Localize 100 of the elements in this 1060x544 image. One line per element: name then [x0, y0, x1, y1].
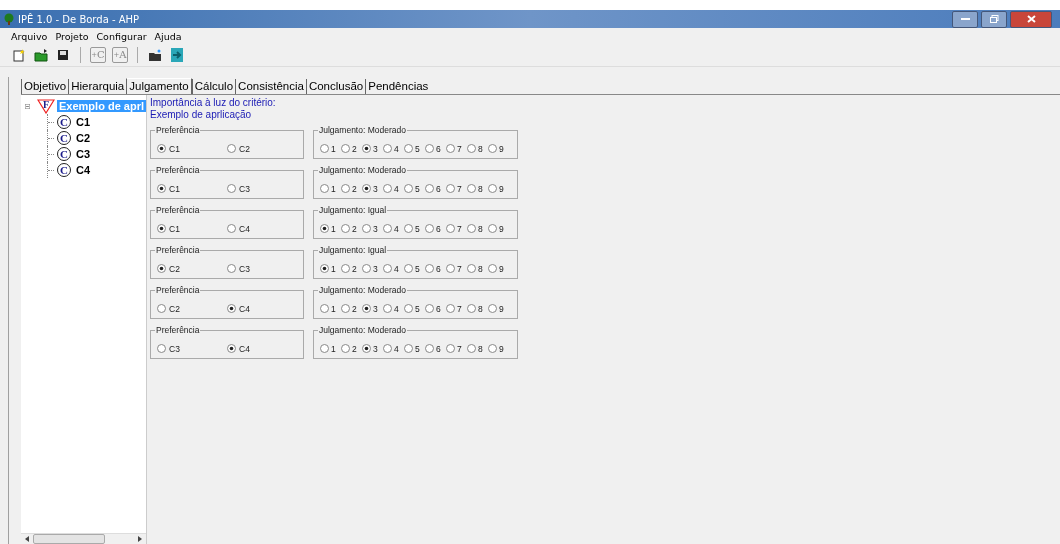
radio-button[interactable]	[446, 224, 455, 233]
radio-label: 1	[331, 183, 336, 194]
open-folder-button[interactable]	[32, 46, 50, 64]
radio-button[interactable]	[341, 144, 350, 153]
radio-button[interactable]	[425, 144, 434, 153]
radio-button[interactable]	[227, 264, 236, 273]
radio-button[interactable]	[320, 184, 329, 193]
radio-button[interactable]	[157, 264, 166, 273]
radio-label: C4	[239, 303, 250, 314]
radio-label: 1	[331, 303, 336, 314]
radio-button[interactable]	[227, 344, 236, 353]
radio-button[interactable]	[488, 184, 497, 193]
close-button[interactable]	[1010, 10, 1052, 28]
tab[interactable]: Consistência	[235, 79, 306, 94]
tree-item[interactable]: C3	[74, 148, 93, 160]
radio-button[interactable]	[362, 264, 371, 273]
tab[interactable]: Julgamento	[126, 78, 192, 94]
radio-button[interactable]	[383, 344, 392, 353]
radio-button[interactable]	[341, 264, 350, 273]
radio-label: C4	[239, 223, 250, 234]
radio-button[interactable]	[362, 344, 371, 353]
radio-button[interactable]	[488, 144, 497, 153]
tree-item[interactable]: C1	[74, 116, 93, 128]
radio-button[interactable]	[425, 224, 434, 233]
radio-button[interactable]	[425, 344, 434, 353]
radio-button[interactable]	[157, 184, 166, 193]
radio-button[interactable]	[157, 144, 166, 153]
radio-button[interactable]	[488, 224, 497, 233]
radio-button[interactable]	[404, 344, 413, 353]
radio-button[interactable]	[362, 144, 371, 153]
radio-button[interactable]	[404, 264, 413, 273]
tab[interactable]: Conclusão	[305, 79, 366, 94]
radio-button[interactable]	[320, 304, 329, 313]
radio-button[interactable]	[383, 144, 392, 153]
radio-button[interactable]	[320, 224, 329, 233]
radio-button[interactable]	[446, 304, 455, 313]
radio-button[interactable]	[157, 344, 166, 353]
radio-button[interactable]	[383, 224, 392, 233]
radio-button[interactable]	[467, 184, 476, 193]
radio-button[interactable]	[227, 224, 236, 233]
radio-button[interactable]	[320, 264, 329, 273]
group-title: Julgamento: Igual	[318, 245, 388, 255]
menu-item[interactable]: Arquivo	[7, 30, 52, 42]
menu-item[interactable]: Ajuda	[150, 30, 186, 42]
tree-item[interactable]: C4	[74, 164, 93, 176]
tree-icon	[3, 13, 15, 25]
radio-button[interactable]	[341, 304, 350, 313]
radio-button[interactable]	[467, 344, 476, 353]
radio-label: 2	[352, 143, 357, 154]
radio-button[interactable]	[404, 184, 413, 193]
radio-button[interactable]	[404, 224, 413, 233]
radio-button[interactable]	[227, 304, 236, 313]
radio-button[interactable]	[467, 304, 476, 313]
menu-item[interactable]: Projeto	[51, 30, 93, 42]
radio-button[interactable]	[425, 184, 434, 193]
radio-button[interactable]	[404, 144, 413, 153]
radio-button[interactable]	[383, 304, 392, 313]
collapse-toggle[interactable]	[25, 101, 30, 111]
menu-item[interactable]: Configurar	[92, 30, 151, 42]
group-title: Julgamento: Igual	[318, 205, 388, 215]
group-title: Preferência	[155, 285, 201, 295]
radio-button[interactable]	[446, 184, 455, 193]
restore-button[interactable]	[981, 10, 1007, 28]
radio-label: 5	[415, 303, 420, 314]
group-title: Julgamento: Moderado	[318, 325, 407, 335]
tab[interactable]: Cálculo	[191, 79, 236, 94]
radio-button[interactable]	[362, 184, 371, 193]
radio-button[interactable]	[446, 264, 455, 273]
radio-button[interactable]	[467, 224, 476, 233]
radio-button[interactable]	[157, 224, 166, 233]
radio-button[interactable]	[446, 344, 455, 353]
radio-button[interactable]	[446, 144, 455, 153]
radio-button[interactable]	[341, 184, 350, 193]
radio-button[interactable]	[404, 304, 413, 313]
radio-label: 6	[436, 303, 441, 314]
tree-item[interactable]: C2	[74, 132, 93, 144]
radio-button[interactable]	[320, 344, 329, 353]
criterion-icon: C	[57, 163, 71, 177]
radio-button[interactable]	[425, 304, 434, 313]
radio-button[interactable]	[383, 264, 392, 273]
tab[interactable]: Objetivo	[21, 79, 69, 94]
radio-button[interactable]	[341, 344, 350, 353]
radio-button[interactable]	[362, 224, 371, 233]
radio-button[interactable]	[341, 224, 350, 233]
radio-button[interactable]	[362, 304, 371, 313]
minimize-button[interactable]	[952, 10, 978, 28]
radio-button[interactable]	[383, 184, 392, 193]
exit-button[interactable]	[168, 46, 186, 64]
radio-button[interactable]	[467, 264, 476, 273]
radio-button[interactable]	[227, 184, 236, 193]
radio-button[interactable]	[320, 144, 329, 153]
radio-button[interactable]	[488, 264, 497, 273]
radio-button[interactable]	[488, 344, 497, 353]
radio-button[interactable]	[157, 304, 166, 313]
tab[interactable]: Pendências	[365, 79, 431, 94]
radio-button[interactable]	[467, 144, 476, 153]
radio-button[interactable]	[227, 144, 236, 153]
radio-button[interactable]	[425, 264, 434, 273]
horizontal-scrollbar[interactable]	[21, 533, 146, 544]
radio-button[interactable]	[488, 304, 497, 313]
